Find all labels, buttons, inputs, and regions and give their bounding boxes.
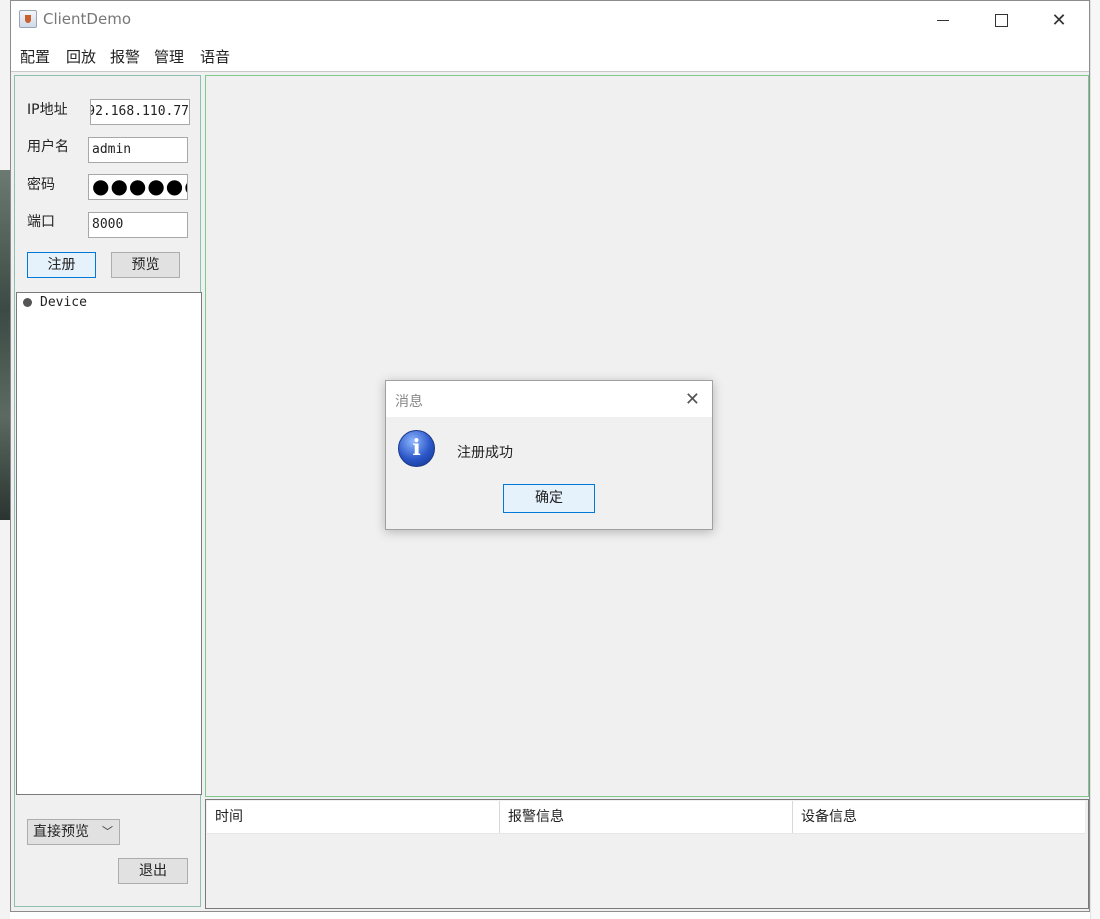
- column-header-time[interactable]: 时间: [207, 801, 500, 833]
- preview-button[interactable]: 预览: [111, 252, 180, 278]
- alarm-table[interactable]: 时间 报警信息 设备信息: [205, 799, 1089, 909]
- desktop-background-image: [0, 170, 10, 520]
- column-header-alarm-info[interactable]: 报警信息: [500, 801, 793, 833]
- exit-button[interactable]: 退出: [118, 858, 188, 884]
- menu-voice[interactable]: 语音: [200, 46, 230, 67]
- menu-config[interactable]: 配置: [20, 46, 50, 67]
- close-icon: ✕: [1051, 9, 1067, 31]
- register-button[interactable]: 注册: [27, 252, 96, 278]
- dialog-title-bar[interactable]: 消息 ✕: [386, 381, 712, 417]
- preview-mode-value: 直接预览: [33, 824, 89, 840]
- login-panel: IP地址 192.168.110.77 用户名 admin 密码 ●●●●●● …: [14, 75, 202, 907]
- tree-item-label: Device: [40, 295, 87, 310]
- dialog-title: 消息: [395, 394, 423, 410]
- minimize-button[interactable]: [915, 1, 971, 39]
- dialog-close-icon[interactable]: ✕: [685, 389, 700, 410]
- desktop-background-left: [0, 0, 10, 919]
- menu-manage[interactable]: 管理: [154, 46, 184, 67]
- column-header-device-info[interactable]: 设备信息: [793, 801, 1085, 833]
- dialog-message: 注册成功: [457, 445, 513, 461]
- menu-alarm[interactable]: 报警: [110, 46, 140, 67]
- tree-node-icon: [23, 298, 32, 307]
- menu-playback[interactable]: 回放: [66, 46, 96, 67]
- password-label: 密码: [27, 177, 55, 193]
- window-title: ClientDemo: [43, 10, 131, 28]
- ip-address-input[interactable]: 192.168.110.77: [90, 99, 190, 125]
- message-dialog: 消息 ✕ i 注册成功 确定: [385, 380, 713, 530]
- alarm-table-header: 时间 报警信息 设备信息: [207, 801, 1085, 834]
- menu-bar: 配置 回放 报警 管理 语音: [11, 39, 1089, 72]
- port-label: 端口: [27, 214, 55, 230]
- maximize-icon: [994, 13, 1008, 27]
- close-button[interactable]: ✕: [1031, 1, 1087, 39]
- device-tree[interactable]: Device: [16, 292, 202, 795]
- username-label: 用户名: [27, 139, 69, 155]
- info-icon: i: [398, 430, 435, 467]
- preview-mode-select[interactable]: 直接预览 ﹀: [27, 819, 120, 845]
- title-bar[interactable]: ClientDemo ✕: [11, 1, 1089, 39]
- ip-label: IP地址: [27, 102, 68, 118]
- port-input[interactable]: 8000: [88, 212, 188, 238]
- desktop-background-right: [1090, 0, 1100, 919]
- java-app-icon: [19, 10, 37, 28]
- ip-address-value: 192.168.110.77: [90, 104, 189, 119]
- password-input[interactable]: ●●●●●●: [88, 174, 188, 200]
- tree-item-device[interactable]: Device: [23, 295, 87, 310]
- chevron-down-icon: ﹀: [102, 825, 113, 838]
- ok-button[interactable]: 确定: [503, 484, 595, 513]
- maximize-button[interactable]: [973, 1, 1029, 39]
- minimize-icon: [937, 19, 949, 21]
- username-input[interactable]: admin: [88, 137, 188, 163]
